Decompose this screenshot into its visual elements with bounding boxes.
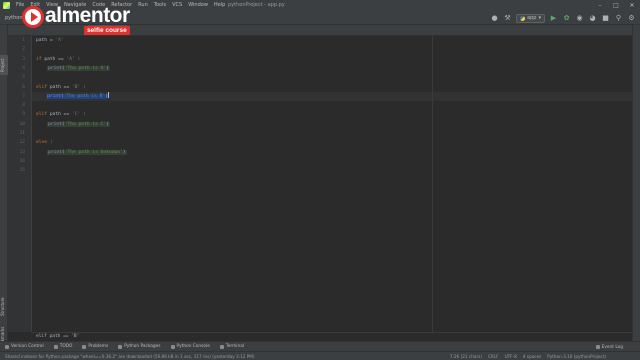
menu-help[interactable]: Help xyxy=(211,0,228,11)
code-line-13[interactable]: print('The path is Unknown') xyxy=(36,148,127,157)
problems-button[interactable]: Problems xyxy=(77,342,113,352)
status-bar: Shared indexes for Python package "wheel… xyxy=(0,351,640,360)
code-line-6[interactable]: elif path == 'B' : xyxy=(36,83,86,92)
python-console-label: Python Console xyxy=(176,344,210,349)
line-number: 8 xyxy=(22,103,25,109)
text-caret xyxy=(107,92,109,99)
line-number-gutter[interactable]: 1 2 3 4 5 6 7 8 9 10 11 12 13 14 15 xyxy=(8,36,32,332)
branch-icon xyxy=(5,344,9,349)
line-number: 14 xyxy=(19,158,25,164)
terminal-label: Terminal xyxy=(225,344,245,349)
event-log-icon xyxy=(595,345,600,349)
logo-text: almentor selfie course xyxy=(45,5,130,35)
caret-position[interactable]: 7:26 (21 chars) xyxy=(450,354,482,359)
code-line-3[interactable]: if path == 'A' : xyxy=(36,55,80,64)
python-packages-label: Python Packages xyxy=(124,344,161,349)
status-message[interactable]: Shared indexes for Python package "wheel… xyxy=(0,354,255,359)
package-icon xyxy=(118,344,123,349)
stop-icon[interactable]: ■ xyxy=(601,14,610,23)
run-configuration-label: app xyxy=(527,15,537,21)
code-line-7[interactable]: print('The path is B') xyxy=(36,92,109,101)
run-toolbar: ● ⚒ app ▾ ▶ ✿ ◉ ◕ ■ ⚲ ⚙ xyxy=(490,12,636,24)
almentor-logo: almentor selfie course xyxy=(22,5,130,37)
close-icon[interactable]: ✕ xyxy=(624,0,640,11)
status-widgets: 7:26 (21 chars) CRLF UTF-8 4 spaces Pyth… xyxy=(450,352,606,360)
structure-tool-tab[interactable]: Structure xyxy=(0,295,8,319)
minimize-icon[interactable]: – xyxy=(592,0,608,11)
code-line-1[interactable]: path = 'A' xyxy=(36,36,64,45)
python-icon xyxy=(520,15,526,21)
line-number: 6 xyxy=(22,84,25,90)
menu-run[interactable]: Run xyxy=(135,0,151,11)
menu-window[interactable]: Window xyxy=(185,0,211,11)
play-icon xyxy=(30,12,38,22)
version-control-button[interactable]: Version Control xyxy=(0,342,49,352)
console-icon xyxy=(170,344,175,349)
editor-breadcrumb[interactable]: elif path == 'B' xyxy=(32,332,632,341)
settings-icon[interactable]: ⚙ xyxy=(627,14,636,23)
line-number: 3 xyxy=(22,56,25,62)
pycharm-app-icon xyxy=(3,2,10,9)
code-line-10[interactable]: print('The path is C') xyxy=(36,120,110,129)
code-line-4[interactable]: print('The path is A') xyxy=(36,64,110,73)
menu-tools[interactable]: Tools xyxy=(151,0,169,11)
line-number: 13 xyxy=(19,149,25,155)
indent-setting[interactable]: 4 spaces xyxy=(523,354,541,359)
list-icon xyxy=(53,344,58,349)
right-tool-strip xyxy=(632,25,640,343)
play-logo-icon xyxy=(22,6,44,28)
window-title: pythonProject - app.py xyxy=(228,2,285,8)
code-line-9[interactable]: elif path == 'C' : xyxy=(36,110,86,119)
left-tool-strip: Project Structure Bookmarks xyxy=(0,25,8,349)
event-log-label: Event Log xyxy=(601,344,623,350)
line-number: 11 xyxy=(19,131,25,136)
coverage-icon[interactable]: ◉ xyxy=(575,14,584,23)
hammer-icon[interactable]: ⚒ xyxy=(503,14,512,23)
todo-button[interactable]: TODO xyxy=(49,342,78,352)
line-number: 12 xyxy=(19,140,25,146)
window-controls: – □ ✕ xyxy=(592,0,640,11)
todo-label: TODO xyxy=(59,344,73,349)
search-icon[interactable]: ⚲ xyxy=(614,14,623,23)
line-number: 9 xyxy=(22,112,25,118)
logo-wordmark: almentor xyxy=(45,4,130,27)
line-number: 15 xyxy=(19,168,25,174)
line-number: 7 xyxy=(22,93,25,99)
user-icon[interactable]: ● xyxy=(490,14,499,23)
terminal-icon xyxy=(219,344,224,349)
logo-subtitle: selfie course xyxy=(83,26,130,35)
python-packages-button[interactable]: Python Packages xyxy=(113,342,165,352)
code-editor[interactable]: path = 'A' if path == 'A' : print('The p… xyxy=(32,36,632,332)
file-encoding[interactable]: UTF-8 xyxy=(505,354,517,359)
debug-icon[interactable]: ✿ xyxy=(562,14,571,23)
python-interpreter[interactable]: Python 3.10 (pythonProject) xyxy=(547,354,606,359)
line-number: 2 xyxy=(22,47,25,53)
warning-icon xyxy=(82,344,87,349)
version-control-label: Version Control xyxy=(11,344,44,349)
current-line-highlight xyxy=(32,91,632,102)
python-console-button[interactable]: Python Console xyxy=(166,342,215,352)
profile-icon[interactable]: ◕ xyxy=(588,14,597,23)
chevron-down-icon: ▾ xyxy=(538,15,541,21)
project-tool-tab[interactable]: Project xyxy=(0,55,8,75)
right-margin-guide xyxy=(432,36,433,332)
line-number: 1 xyxy=(22,38,25,43)
line-number: 10 xyxy=(19,121,25,127)
tool-window-bar: Version Control TODO Problems Python Pac… xyxy=(0,341,640,351)
menu-vcs[interactable]: VCS xyxy=(169,0,185,11)
line-separator[interactable]: CRLF xyxy=(488,354,499,359)
line-number: 5 xyxy=(22,75,25,81)
terminal-button[interactable]: Terminal xyxy=(215,342,249,352)
problems-label: Problems xyxy=(88,344,109,349)
run-configuration-select[interactable]: app ▾ xyxy=(516,13,545,23)
run-icon[interactable]: ▶ xyxy=(549,14,558,23)
line-number: 4 xyxy=(22,65,25,71)
maximize-icon[interactable]: □ xyxy=(608,0,624,11)
code-line-12[interactable]: else : xyxy=(36,138,53,147)
